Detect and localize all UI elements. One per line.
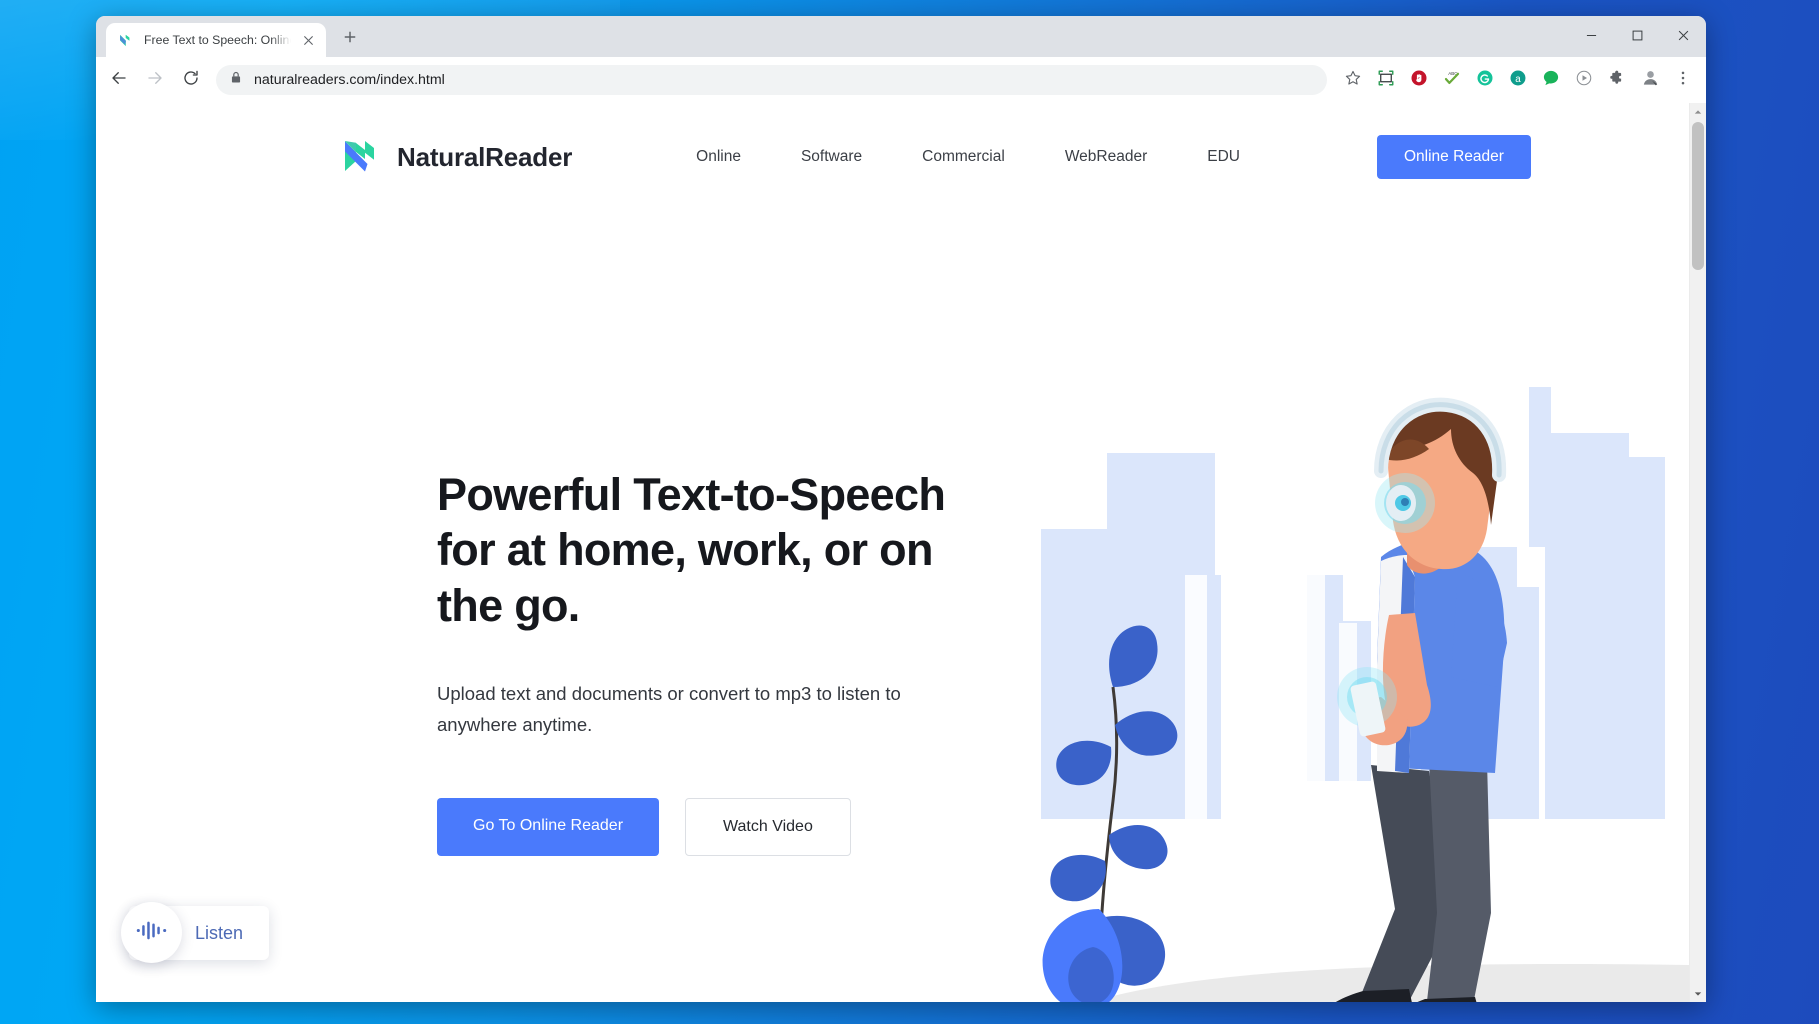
back-arrow-icon bbox=[110, 69, 128, 92]
brand-name: NaturalReader bbox=[397, 141, 573, 172]
scrollbar-thumb[interactable] bbox=[1692, 122, 1704, 270]
video-play-extension[interactable] bbox=[1569, 65, 1599, 95]
profile-button[interactable] bbox=[1635, 65, 1665, 95]
nav-item-edu[interactable]: EDU bbox=[1207, 138, 1240, 176]
new-tab-button[interactable] bbox=[335, 24, 365, 54]
listen-widget[interactable]: Listen bbox=[121, 902, 270, 963]
star-icon bbox=[1344, 69, 1362, 92]
address-bar[interactable]: naturalreaders.com/index.html bbox=[216, 65, 1327, 95]
hero-subtitle: Upload text and documents or convert to … bbox=[437, 683, 901, 735]
scrollbar-up-button[interactable] bbox=[1690, 103, 1706, 120]
tab-strip: Free Text to Speech: Online, App bbox=[96, 16, 1706, 57]
window-controls bbox=[1568, 16, 1706, 57]
hero-section: Powerful Text-to-Speech for at home, wor… bbox=[96, 211, 1689, 1002]
spellcheck-icon: ABC bbox=[1443, 69, 1461, 92]
back-button[interactable] bbox=[102, 63, 136, 97]
naturalreader-logo-icon bbox=[340, 133, 384, 182]
nav-item-commercial[interactable]: Commercial bbox=[922, 138, 1005, 176]
amazon-assistant-extension[interactable]: a bbox=[1503, 65, 1533, 95]
green-bubble-extension[interactable] bbox=[1536, 65, 1566, 95]
page-scrollbar[interactable] bbox=[1689, 103, 1706, 1002]
chevron-up-icon bbox=[1694, 103, 1702, 121]
spellcheck-extension[interactable]: ABC bbox=[1437, 65, 1467, 95]
scrollbar-down-button[interactable] bbox=[1690, 985, 1706, 1002]
plus-icon bbox=[343, 30, 357, 49]
adblock-extension[interactable] bbox=[1404, 65, 1434, 95]
browser-window: Free Text to Speech: Online, App bbox=[96, 16, 1706, 1002]
hero-actions: Go To Online Reader Watch Video bbox=[437, 798, 997, 857]
site-logo[interactable]: NaturalReader bbox=[340, 133, 572, 182]
minimize-icon bbox=[1586, 28, 1597, 46]
close-icon bbox=[1678, 28, 1689, 46]
nav-item-webreader[interactable]: WebReader bbox=[1065, 138, 1147, 176]
green-bubble-icon bbox=[1542, 69, 1560, 92]
video-play-icon bbox=[1575, 69, 1593, 92]
listen-play-button[interactable] bbox=[121, 902, 182, 963]
page-viewport: NaturalReader Online Software Commercial… bbox=[96, 103, 1706, 1002]
chrome-menu-icon bbox=[1674, 69, 1692, 92]
adblock-icon bbox=[1410, 69, 1428, 92]
window-maximize-button[interactable] bbox=[1614, 16, 1660, 57]
window-close-button[interactable] bbox=[1660, 16, 1706, 57]
browser-tab[interactable]: Free Text to Speech: Online, App bbox=[106, 23, 326, 57]
watch-video-button[interactable]: Watch Video bbox=[685, 798, 851, 857]
browser-toolbar: naturalreaders.com/index.html ABC a bbox=[96, 57, 1706, 103]
listen-label: Listen bbox=[195, 922, 244, 943]
grammarly-extension[interactable] bbox=[1470, 65, 1500, 95]
nav-item-online[interactable]: Online bbox=[696, 138, 741, 176]
tab-close-icon[interactable] bbox=[300, 32, 317, 49]
window-minimize-button[interactable] bbox=[1568, 16, 1614, 57]
tab-title: Free Text to Speech: Online, App bbox=[144, 33, 291, 47]
reload-icon bbox=[182, 69, 200, 92]
svg-text:a: a bbox=[1515, 73, 1521, 84]
amazon-assistant-icon: a bbox=[1509, 69, 1527, 92]
audio-waveform-icon bbox=[136, 920, 167, 946]
bookmark-button[interactable] bbox=[1338, 65, 1368, 95]
lock-icon[interactable] bbox=[230, 71, 242, 89]
chevron-down-icon bbox=[1694, 985, 1702, 1003]
web-page: NaturalReader Online Software Commercial… bbox=[96, 103, 1689, 1002]
online-reader-button[interactable]: Online Reader bbox=[1376, 135, 1531, 179]
forward-arrow-icon bbox=[146, 69, 164, 92]
forward-button[interactable] bbox=[138, 63, 172, 97]
naturalreader-n-icon bbox=[118, 32, 135, 49]
nav-item-software[interactable]: Software bbox=[801, 138, 862, 176]
extensions-puzzle-icon bbox=[1608, 69, 1626, 92]
hero-copy: Powerful Text-to-Speech for at home, wor… bbox=[437, 211, 997, 1002]
reload-button[interactable] bbox=[174, 63, 208, 97]
hero-illustration bbox=[989, 361, 1689, 1002]
hero-title: Powerful Text-to-Speech for at home, wor… bbox=[437, 469, 946, 631]
site-header: NaturalReader Online Software Commercial… bbox=[96, 103, 1689, 211]
address-bar-url[interactable]: naturalreaders.com/index.html bbox=[254, 72, 1315, 88]
site-nav: Online Software Commercial WebReader EDU… bbox=[696, 135, 1531, 179]
maximize-icon bbox=[1632, 28, 1643, 46]
profile-avatar-icon bbox=[1641, 68, 1660, 92]
go-to-online-reader-button[interactable]: Go To Online Reader bbox=[437, 798, 660, 857]
screenshot-capture-icon bbox=[1377, 69, 1395, 92]
grammarly-icon bbox=[1476, 69, 1494, 92]
scrollbar-track[interactable] bbox=[1690, 120, 1706, 985]
screenshot-capture-extension[interactable] bbox=[1371, 65, 1401, 95]
chrome-menu-button[interactable] bbox=[1668, 65, 1698, 95]
extensions-button[interactable] bbox=[1602, 65, 1632, 95]
